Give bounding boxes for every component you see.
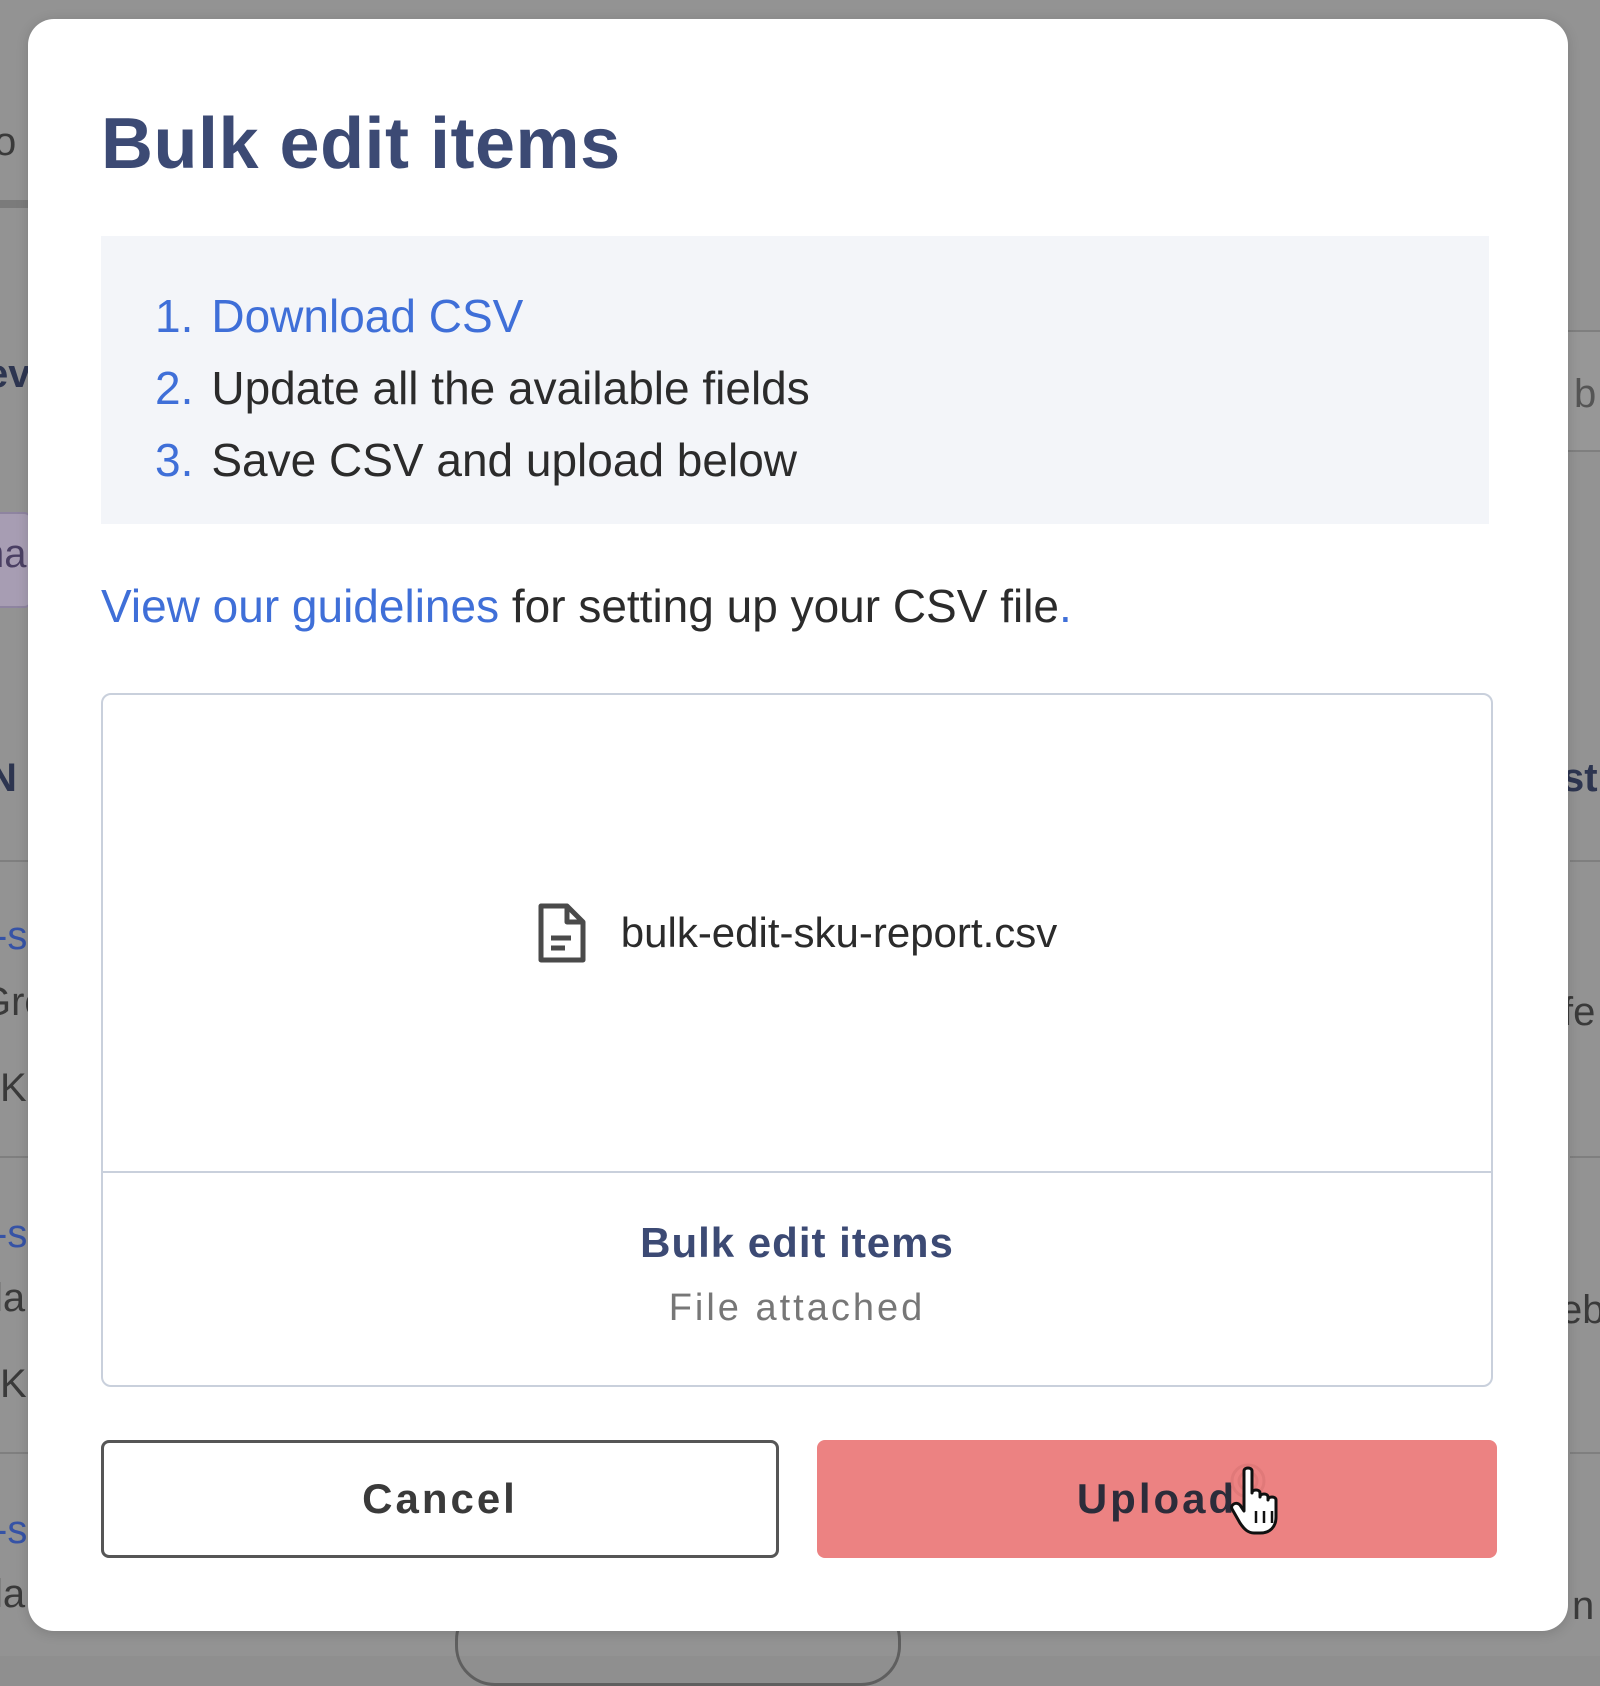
bg-fragment: b bbox=[1574, 372, 1597, 416]
bg-divider bbox=[0, 1452, 30, 1454]
bg-fragment: la bbox=[0, 1572, 26, 1616]
step-number: 2. bbox=[155, 362, 194, 414]
attached-file: bulk-edit-sku-report.csv bbox=[103, 695, 1491, 1171]
bg-divider bbox=[1570, 1452, 1600, 1454]
bg-fragment: la bbox=[0, 1276, 26, 1320]
bg-fragment: -s bbox=[0, 914, 28, 958]
bg-fragment: o bbox=[0, 120, 17, 164]
bg-fragment: n bbox=[1572, 1584, 1595, 1628]
bg-divider bbox=[1570, 1156, 1600, 1158]
bg-divider bbox=[1570, 860, 1600, 862]
instruction-step: 1. Download CSV bbox=[155, 280, 810, 352]
dropzone-footer: Bulk edit items File attached bbox=[103, 1173, 1491, 1385]
modal-title: Bulk edit items bbox=[101, 104, 621, 184]
bg-fragment: K bbox=[0, 1066, 27, 1110]
step-number: 1. bbox=[155, 290, 194, 342]
guidelines-rest: for setting up your CSV file bbox=[499, 580, 1060, 632]
bg-fragment: na bbox=[0, 532, 27, 576]
download-csv-link[interactable]: Download CSV bbox=[211, 290, 523, 342]
dropzone-title: Bulk edit items bbox=[640, 1219, 954, 1266]
instructions-list: 1. Download CSV 2. Update all the availabl… bbox=[155, 280, 810, 496]
bg-divider bbox=[0, 1156, 30, 1158]
instructions-box: 1. Download CSV 2. Update all the availabl… bbox=[101, 236, 1489, 524]
guidelines-period: . bbox=[1059, 580, 1072, 632]
document-icon bbox=[537, 902, 587, 964]
instruction-step: 2. Update all the available fields bbox=[155, 352, 810, 424]
bg-fragment: -s bbox=[0, 1212, 28, 1256]
bg-fragment: ev bbox=[0, 352, 31, 396]
bg-divider bbox=[0, 860, 30, 862]
step-text: Update all the available fields bbox=[211, 362, 810, 414]
bg-fragment: -s bbox=[0, 1508, 28, 1552]
upload-button[interactable]: Upload bbox=[817, 1440, 1497, 1558]
bg-fragment: N bbox=[0, 756, 17, 800]
cancel-button[interactable]: Cancel bbox=[101, 1440, 779, 1558]
view-guidelines-link[interactable]: View our guidelines bbox=[101, 580, 499, 632]
file-dropzone[interactable]: bulk-edit-sku-report.csv Bulk edit items… bbox=[101, 693, 1493, 1387]
file-name: bulk-edit-sku-report.csv bbox=[620, 909, 1058, 956]
instruction-step: 3. Save CSV and upload below bbox=[155, 424, 810, 496]
step-text: Save CSV and upload below bbox=[211, 434, 797, 486]
bg-tab-underline bbox=[0, 200, 30, 208]
dropzone-status: File attached bbox=[668, 1287, 926, 1329]
guidelines-text: View our guidelines for setting up your … bbox=[101, 579, 1072, 633]
step-number: 3. bbox=[155, 434, 194, 486]
bulk-edit-modal: Bulk edit items 1. Download CSV 2. Update … bbox=[28, 19, 1568, 1631]
bg-fragment: K bbox=[0, 1362, 27, 1406]
